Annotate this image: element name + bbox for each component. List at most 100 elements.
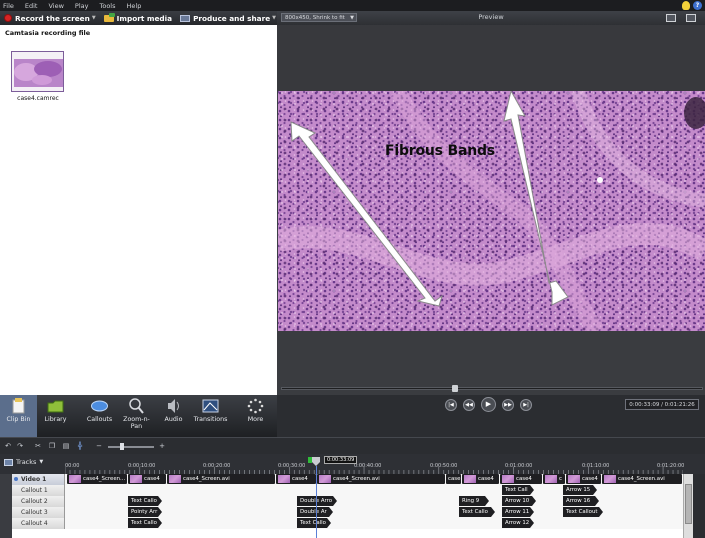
callout-clip[interactable]: Text Callo (128, 518, 162, 528)
track-lane[interactable]: case4_Screen... case4 case4_Screen.avi c… (65, 474, 683, 485)
video-clip[interactable]: case4 (566, 474, 601, 484)
rewind-icon[interactable]: ◀◀ (463, 398, 475, 411)
timeline-in-marker[interactable] (308, 457, 312, 463)
menu-tools[interactable]: Tools (99, 2, 115, 10)
track-lane[interactable]: Pointy Arr Double Ar Text Callo Arrow 11… (65, 507, 683, 518)
tab-more[interactable]: More (237, 395, 274, 437)
scrollbar-thumb[interactable] (685, 484, 692, 524)
scrub-handle[interactable] (451, 385, 458, 392)
help-icons: ? (682, 1, 702, 10)
redo-icon[interactable]: ↷ (16, 442, 24, 450)
task-bar: Record the screen ▼ Import media Produce… (0, 11, 277, 25)
more-icon (247, 398, 264, 414)
preview-video-frame[interactable]: Fibrous Bands (278, 91, 705, 331)
tick-label: 0:00:10:00 (128, 463, 156, 469)
copy-icon[interactable]: ❐ (48, 442, 56, 450)
track-name: Callout 3 (21, 509, 48, 516)
help-question-icon[interactable]: ? (693, 1, 702, 10)
video-clip[interactable]: case4_Screen... (67, 474, 127, 484)
go-to-end-icon[interactable]: ▶| (520, 398, 532, 411)
zoom-in-icon[interactable]: + (158, 442, 166, 450)
go-to-start-icon[interactable]: |◀ (445, 398, 457, 411)
track-name: Callout 4 (21, 520, 48, 527)
video-clip[interactable]: case4_Screen.avi (167, 474, 275, 484)
callout-clip[interactable]: Arrow 12 (502, 518, 534, 528)
callout-clip[interactable]: Pointy Arr (128, 507, 162, 517)
tab-callouts[interactable]: Callouts (81, 395, 118, 437)
menu-file[interactable]: File (3, 2, 14, 10)
histology-image (278, 91, 705, 331)
paste-icon[interactable]: ▤ (62, 442, 70, 450)
record-screen-label: Record the screen (15, 13, 90, 23)
undo-icon[interactable]: ↶ (4, 442, 12, 450)
detach-preview-icon[interactable] (686, 14, 696, 22)
preview-letterbox-bottom (277, 331, 705, 395)
tip-bulb-icon[interactable] (682, 1, 690, 10)
preview-scrub-bar[interactable] (281, 385, 703, 392)
playhead-line (316, 466, 317, 538)
callout-clip[interactable]: Double Ar (297, 507, 333, 517)
tracks-menu-button[interactable]: Tracks ▼ (4, 458, 43, 466)
callout-clip[interactable]: Ring 9 (459, 496, 489, 506)
record-icon (4, 14, 12, 22)
play-icon[interactable]: ▶ (481, 397, 496, 412)
callout-clip[interactable]: Text Callo (128, 496, 162, 506)
callout-clip[interactable]: Text Callo (459, 507, 495, 517)
zoom-out-icon[interactable]: − (95, 442, 103, 450)
import-media-button[interactable]: Import media (100, 12, 176, 23)
track-name: Callout 2 (21, 498, 48, 505)
audio-icon (165, 398, 182, 414)
video-clip[interactable]: case4_Screen.avi (317, 474, 445, 484)
produce-share-label: Produce and share (193, 13, 271, 23)
preview-panel: Preview 800x450, Shrink to fit ▼ Fibrous… (277, 11, 705, 395)
video-clip[interactable]: case4 (500, 474, 542, 484)
callout-clip[interactable]: Arrow 15 (563, 485, 597, 495)
tab-audio[interactable]: Audio (155, 395, 192, 437)
tick-label: 0:00:40:00 (354, 463, 382, 469)
callout-clip[interactable]: Arrow 11 (502, 507, 534, 517)
record-screen-button[interactable]: Record the screen ▼ (0, 14, 100, 23)
track-lane[interactable]: Text Call Arrow 15 (65, 485, 683, 496)
menu-play[interactable]: Play (75, 2, 89, 10)
tab-zoom-n-pan[interactable]: Zoom-n- Pan (118, 395, 155, 437)
callout-clip[interactable]: Text Callout (563, 507, 603, 517)
tab-transitions[interactable]: Transitions (192, 395, 229, 437)
timeline-ruler[interactable]: 00:00 0:00:10:00 0:00:20:00 0:00:30:00 0… (65, 454, 684, 474)
fullscreen-icon[interactable] (666, 14, 676, 22)
tab-clip-bin[interactable]: Clip Bin (0, 395, 37, 437)
tick-label: 0:01:10:00 (582, 463, 610, 469)
video-clip[interactable]: case4 (462, 474, 499, 484)
video-clip[interactable]: case (446, 474, 461, 484)
track-lane[interactable]: Text Callo Double Arro Ring 9 Arrow 10 A… (65, 496, 683, 507)
chevron-down-icon: ▼ (350, 15, 354, 21)
preview-letterbox-top (277, 25, 705, 91)
track-name: Video 1 (21, 476, 47, 483)
library-icon (47, 398, 64, 414)
zoom-slider-handle[interactable] (120, 443, 124, 450)
callout-clip[interactable]: Text Callo (297, 518, 331, 528)
callout-clip[interactable]: Arrow 16 (563, 496, 599, 506)
callout-clip[interactable]: Double Arro (297, 496, 337, 506)
clip-thumbnail[interactable] (11, 51, 64, 92)
menu-edit[interactable]: Edit (25, 2, 38, 10)
fast-forward-icon[interactable]: ▶▶ (502, 398, 514, 411)
split-icon[interactable]: ╬ (76, 442, 84, 450)
preview-size-select[interactable]: 800x450, Shrink to fit ▼ (281, 13, 357, 22)
video-clip[interactable]: case4 (276, 474, 316, 484)
cut-icon[interactable]: ✂ (34, 442, 42, 450)
callout-clip[interactable]: Arrow 10 (502, 496, 536, 506)
produce-share-button[interactable]: Produce and share ▼ (176, 14, 280, 23)
callout-clip[interactable]: Text Call (502, 485, 534, 495)
track-enabled-icon[interactable] (14, 477, 18, 481)
video-clip[interactable]: case4 (128, 474, 166, 484)
tab-library[interactable]: Library (37, 395, 74, 437)
timeline-vertical-scrollbar[interactable] (683, 474, 693, 538)
video-clip[interactable]: case4_Screen.avi (602, 474, 682, 484)
menu-view[interactable]: View (48, 2, 63, 10)
track-lane[interactable]: Text Callo Text Callo Arrow 12 (65, 518, 683, 529)
video-clip[interactable]: c (543, 474, 565, 484)
timeline-zoom-slider[interactable] (108, 443, 154, 450)
clip-bin-icon (10, 398, 27, 414)
menu-help[interactable]: Help (127, 2, 142, 10)
timeline-toolbar: ↶ ↷ ✂ ❐ ▤ ╬ − + (0, 437, 705, 454)
